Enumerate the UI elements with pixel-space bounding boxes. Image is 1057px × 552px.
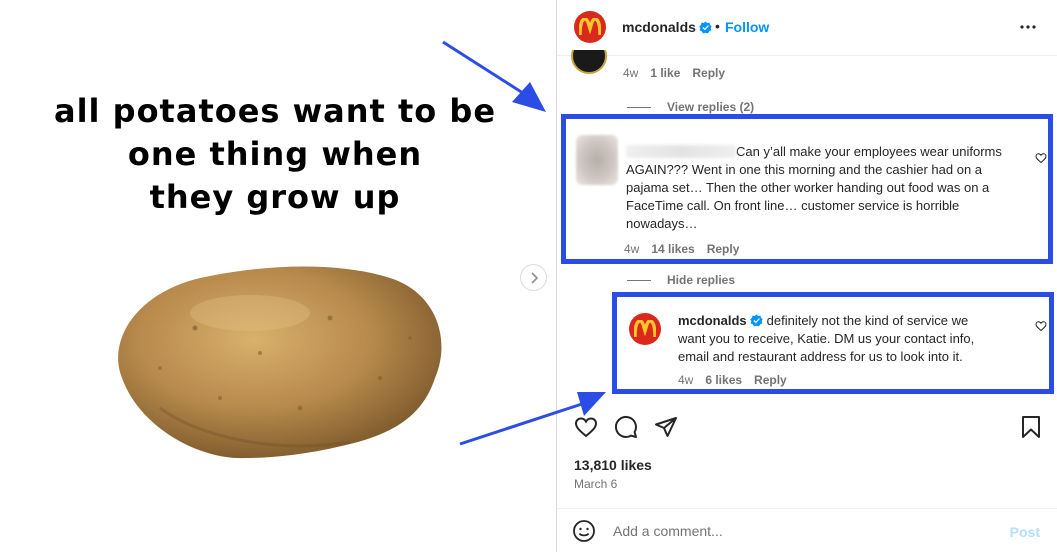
comment-time: 4w xyxy=(624,242,640,256)
potato-image xyxy=(118,266,442,459)
verified-badge-icon xyxy=(699,21,712,34)
reply-username[interactable]: mcdonalds xyxy=(678,313,747,328)
chevron-right-icon xyxy=(530,271,538,284)
comment-reply-button[interactable]: Reply xyxy=(707,242,740,256)
post-author[interactable]: mcdonalds xyxy=(622,19,712,35)
comment-text: Can y’all make your employees wear unifo… xyxy=(626,143,1026,233)
username-blurred[interactable] xyxy=(626,145,736,158)
reply-meta: 4w 6 likes Reply xyxy=(678,373,799,387)
reply-reply-button[interactable]: Reply xyxy=(754,373,787,387)
reply-like-heart-icon[interactable] xyxy=(1035,320,1047,332)
post-date: March 6 xyxy=(574,477,618,491)
comment-icon[interactable] xyxy=(614,415,638,439)
comment-meta: 4w 14 likes Reply xyxy=(624,242,751,256)
mcdonalds-logo-icon xyxy=(634,320,656,338)
post-details-panel: mcdonalds • Follow 4w 1 like Reply View re… xyxy=(556,0,1057,552)
post-actions xyxy=(574,415,1044,441)
follow-button[interactable]: Follow xyxy=(725,19,769,35)
comment-line: pajama set… Then the other worker handin… xyxy=(626,180,990,195)
highlighted-comment-customer: Can y’all make your employees wear unifo… xyxy=(561,114,1053,264)
likes-count[interactable]: 13,810 likes xyxy=(574,457,652,473)
bookmark-icon[interactable] xyxy=(1020,415,1042,439)
comment-line: FaceTime call. On front line… customer s… xyxy=(626,198,960,213)
reply-line: email and restaurant address for us to l… xyxy=(678,349,963,364)
mcdonalds-logo-icon xyxy=(579,18,601,36)
meme-line-2: one thing when xyxy=(127,135,423,173)
more-options-icon[interactable] xyxy=(1019,18,1037,36)
reply-text: mcdonalds definitely not the kind of serv… xyxy=(678,312,1028,366)
reply-line: want you to receive, Katie. DM us your c… xyxy=(678,331,975,346)
hide-replies-button[interactable]: Hide replies xyxy=(627,273,735,287)
comment-line: nowadays… xyxy=(626,216,698,231)
comment-line: AGAIN??? Went in one this morning and th… xyxy=(626,162,983,177)
post-username[interactable]: mcdonalds xyxy=(622,19,696,35)
highlighted-reply-mcdonalds: mcdonalds definitely not the kind of serv… xyxy=(612,292,1054,394)
emoji-icon[interactable] xyxy=(572,519,596,543)
post-comment-button[interactable]: Post xyxy=(1010,524,1040,540)
reply-likes[interactable]: 6 likes xyxy=(705,373,742,387)
replies-dash xyxy=(627,279,651,281)
reply-time: 4w xyxy=(678,373,694,387)
view-replies-button[interactable]: View replies (2) xyxy=(627,100,754,114)
post-media: all potatoes want to be one thing when t… xyxy=(0,0,556,552)
comment-input[interactable] xyxy=(613,523,993,539)
replies-dash xyxy=(627,106,651,108)
verified-badge-icon xyxy=(749,314,763,327)
prev-comment-meta: 4w 1 like Reply xyxy=(623,66,737,80)
meme-caption: all potatoes want to be one thing when t… xyxy=(40,90,510,219)
comment-likes[interactable]: 14 likes xyxy=(651,242,694,256)
reply-line: definitely not the kind of service we xyxy=(766,313,969,328)
avatar-blurred[interactable] xyxy=(576,135,618,185)
post-header: mcdonalds • Follow xyxy=(557,0,1057,56)
meme-line-1: all potatoes want to be xyxy=(53,92,497,130)
comment-like-heart-icon[interactable] xyxy=(1035,152,1047,164)
prev-comment-time: 4w xyxy=(623,66,639,80)
separator-dot: • xyxy=(715,18,720,34)
share-icon[interactable] xyxy=(654,415,678,439)
prev-comment-reply-button[interactable]: Reply xyxy=(692,66,725,80)
prev-comment-likes[interactable]: 1 like xyxy=(650,66,680,80)
comment-line: Can y’all make your employees wear unifo… xyxy=(736,144,1002,159)
view-replies-label: View replies (2) xyxy=(667,100,755,114)
hide-replies-label: Hide replies xyxy=(667,273,736,287)
heart-icon[interactable] xyxy=(574,415,598,439)
reply-avatar[interactable] xyxy=(629,313,661,345)
next-media-button[interactable] xyxy=(520,264,547,291)
prev-comment-avatar[interactable] xyxy=(571,50,607,74)
avatar[interactable] xyxy=(574,11,606,43)
add-comment-row: Post xyxy=(557,508,1057,552)
meme-line-3: they grow up xyxy=(149,178,401,216)
